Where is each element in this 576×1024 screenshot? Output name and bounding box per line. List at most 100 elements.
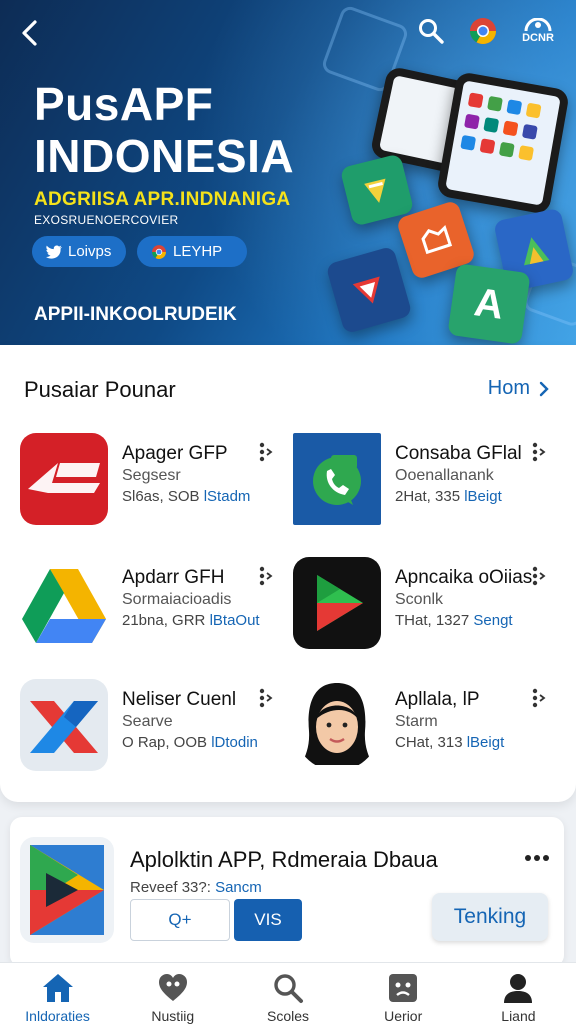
ranking-button[interactable]: Tenking <box>432 893 548 941</box>
more-options-icon[interactable] <box>524 853 550 863</box>
more-options-icon[interactable] <box>531 565 547 587</box>
pill-label: Loivps <box>68 243 112 260</box>
featured-app-icon <box>20 837 114 943</box>
app-tag: Sengt <box>473 612 513 629</box>
app-list-item[interactable]: Apager GFP Segsesr Sl6as, SOB lStadm <box>0 433 276 529</box>
see-more-label: Hom <box>487 377 530 399</box>
app-logo-icon <box>20 433 108 525</box>
more-options-icon[interactable] <box>258 441 274 463</box>
view-button[interactable]: VIS <box>234 899 302 941</box>
app-rating: 2Hat, 335 <box>395 488 461 505</box>
hero-footer-text: APPII-INKOOLRUDEIK <box>34 304 237 325</box>
app-list-item[interactable]: Apllala, lP Starm CHat, 313 lBeigt <box>273 679 549 775</box>
hero-title-line1: PusAPF <box>34 78 214 130</box>
nav-label: Scoles <box>266 1008 310 1024</box>
app-category: Ooenallanank <box>395 467 494 484</box>
app-name: Apncaika oOiias <box>395 567 533 588</box>
app-category: Sormaiacioadis <box>122 591 232 608</box>
nav-item-home[interactable]: Inldoraties <box>0 963 115 1024</box>
more-options-icon[interactable] <box>258 565 274 587</box>
app-list-item[interactable]: Neliser Cuenl Searve O Rap, OOB lDtodin <box>0 679 276 775</box>
see-more-link[interactable]: Hom <box>488 377 550 400</box>
app-name: Consaba GFlal <box>395 443 522 464</box>
featured-app-meta: Reveef 33?: Sancm <box>130 879 262 896</box>
x-logo-icon <box>20 679 108 771</box>
hero-title: PusAPF INDONESIA <box>34 78 294 182</box>
app-meta: THat, 1327 Sengt <box>395 612 513 629</box>
app-rating: O Rap, OOB <box>122 734 208 751</box>
app-rating: 21bna, GRR <box>122 612 206 629</box>
app-category: Sconlk <box>395 591 444 608</box>
app-rating: Sl6as, SOB <box>122 488 200 505</box>
app-meta: O Rap, OOB lDtodin <box>122 734 258 751</box>
featured-tag: Sancm <box>215 879 262 896</box>
app-tag: lDtodin <box>211 734 258 751</box>
nav-item-profile[interactable]: Liand <box>461 963 576 1024</box>
app-tile-navy <box>325 245 413 335</box>
app-tag: lBtaOut <box>209 612 260 629</box>
hero-subtitle: EXOSRUENOERCOVIER <box>34 213 179 227</box>
play-triangle-icon <box>293 557 381 649</box>
app-meta: 21bna, GRR lBtaOut <box>122 612 260 629</box>
app-name: Apager GFP <box>122 443 228 464</box>
phone-chat-icon <box>293 433 381 525</box>
section-title: Pusaiar Pounar <box>24 377 176 402</box>
badge-icon[interactable]: DCNR <box>518 14 558 48</box>
app-tag: lStadm <box>203 488 251 505</box>
app-tag: lBeigt <box>466 734 505 751</box>
more-options-icon[interactable] <box>531 441 547 463</box>
nav-item-favorites[interactable]: Nustiig <box>115 963 230 1024</box>
featured-app-name: Aplolktin APP, Rdmeraia Dbaua <box>130 847 438 872</box>
popular-apps-card: Pusaiar Pounar Hom Apager GFP Segsesr Sl… <box>0 345 576 802</box>
app-rating: THat, 1327 <box>395 612 470 629</box>
app-tile-green <box>339 153 415 227</box>
badge-label: DCNR <box>522 32 554 44</box>
pill-label: LEYHP <box>173 243 223 260</box>
phone-illustration <box>435 71 571 215</box>
bottom-navigation: Inldoraties Nustiig Scoles Uerior Liand <box>0 962 576 1024</box>
app-category: Starm <box>395 713 438 730</box>
back-icon[interactable] <box>16 18 46 48</box>
chrome-small-icon <box>152 244 166 259</box>
search-icon <box>270 971 306 1004</box>
face-icon <box>385 971 421 1004</box>
more-options-icon[interactable] <box>531 687 547 709</box>
hero-title-line2: INDONESIA <box>34 130 295 182</box>
hero-tagline: ADGRIISA APR.INDNANIGA <box>34 189 291 210</box>
app-category: Searve <box>122 713 173 730</box>
app-list-item[interactable]: Consaba GFlal Ooenallanank 2Hat, 335 lBe… <box>273 433 549 529</box>
nav-label: Inldoraties <box>25 1008 90 1024</box>
app-list-item[interactable]: Apdarr GFH Sormaiacioadis 21bna, GRR lBt… <box>0 557 276 653</box>
nav-item-updates[interactable]: Uerior <box>346 963 461 1024</box>
chrome-icon[interactable] <box>466 14 500 48</box>
chevron-right-icon <box>539 381 549 396</box>
featured-app-card[interactable]: Aplolktin APP, Rdmeraia Dbaua Reveef 33?… <box>10 817 564 967</box>
app-list-item[interactable]: Apncaika oOiias Sconlk THat, 1327 Sengt <box>273 557 549 653</box>
nav-label: Nustiig <box>151 1008 195 1024</box>
tile-letter: A <box>471 279 507 328</box>
app-tile-letter: A <box>447 263 531 345</box>
bird-icon <box>46 245 62 259</box>
twitter-pill-button[interactable]: Loivps <box>32 236 126 267</box>
drive-triangle-icon <box>20 557 108 649</box>
hero-banner: DCNR PusAPF INDONESIA ADGRIISA APR.INDNA… <box>0 0 576 345</box>
home-icon <box>40 971 76 1004</box>
app-name: Apllala, lP <box>395 689 480 710</box>
app-name: Neliser Cuenl <box>122 689 237 710</box>
more-options-icon[interactable] <box>258 687 274 709</box>
nav-label: Uerior <box>384 1008 423 1024</box>
app-meta: Sl6as, SOB lStadm <box>122 488 250 505</box>
share-button[interactable]: Q+ <box>130 899 230 941</box>
nav-item-search[interactable]: Scoles <box>230 963 345 1024</box>
chrome-pill-button[interactable]: LEYHP <box>137 236 247 267</box>
app-rating: CHat, 313 <box>395 734 463 751</box>
nav-label: Liand <box>501 1008 536 1024</box>
search-icon[interactable] <box>414 14 448 48</box>
app-meta: CHat, 313 lBeigt <box>395 734 504 751</box>
heart-icon <box>155 971 191 1004</box>
avatar-woman-icon <box>293 679 381 771</box>
person-icon <box>500 971 536 1004</box>
app-category: Segsesr <box>122 467 181 484</box>
app-name: Apdarr GFH <box>122 567 225 588</box>
app-tag: lBeigt <box>464 488 502 505</box>
